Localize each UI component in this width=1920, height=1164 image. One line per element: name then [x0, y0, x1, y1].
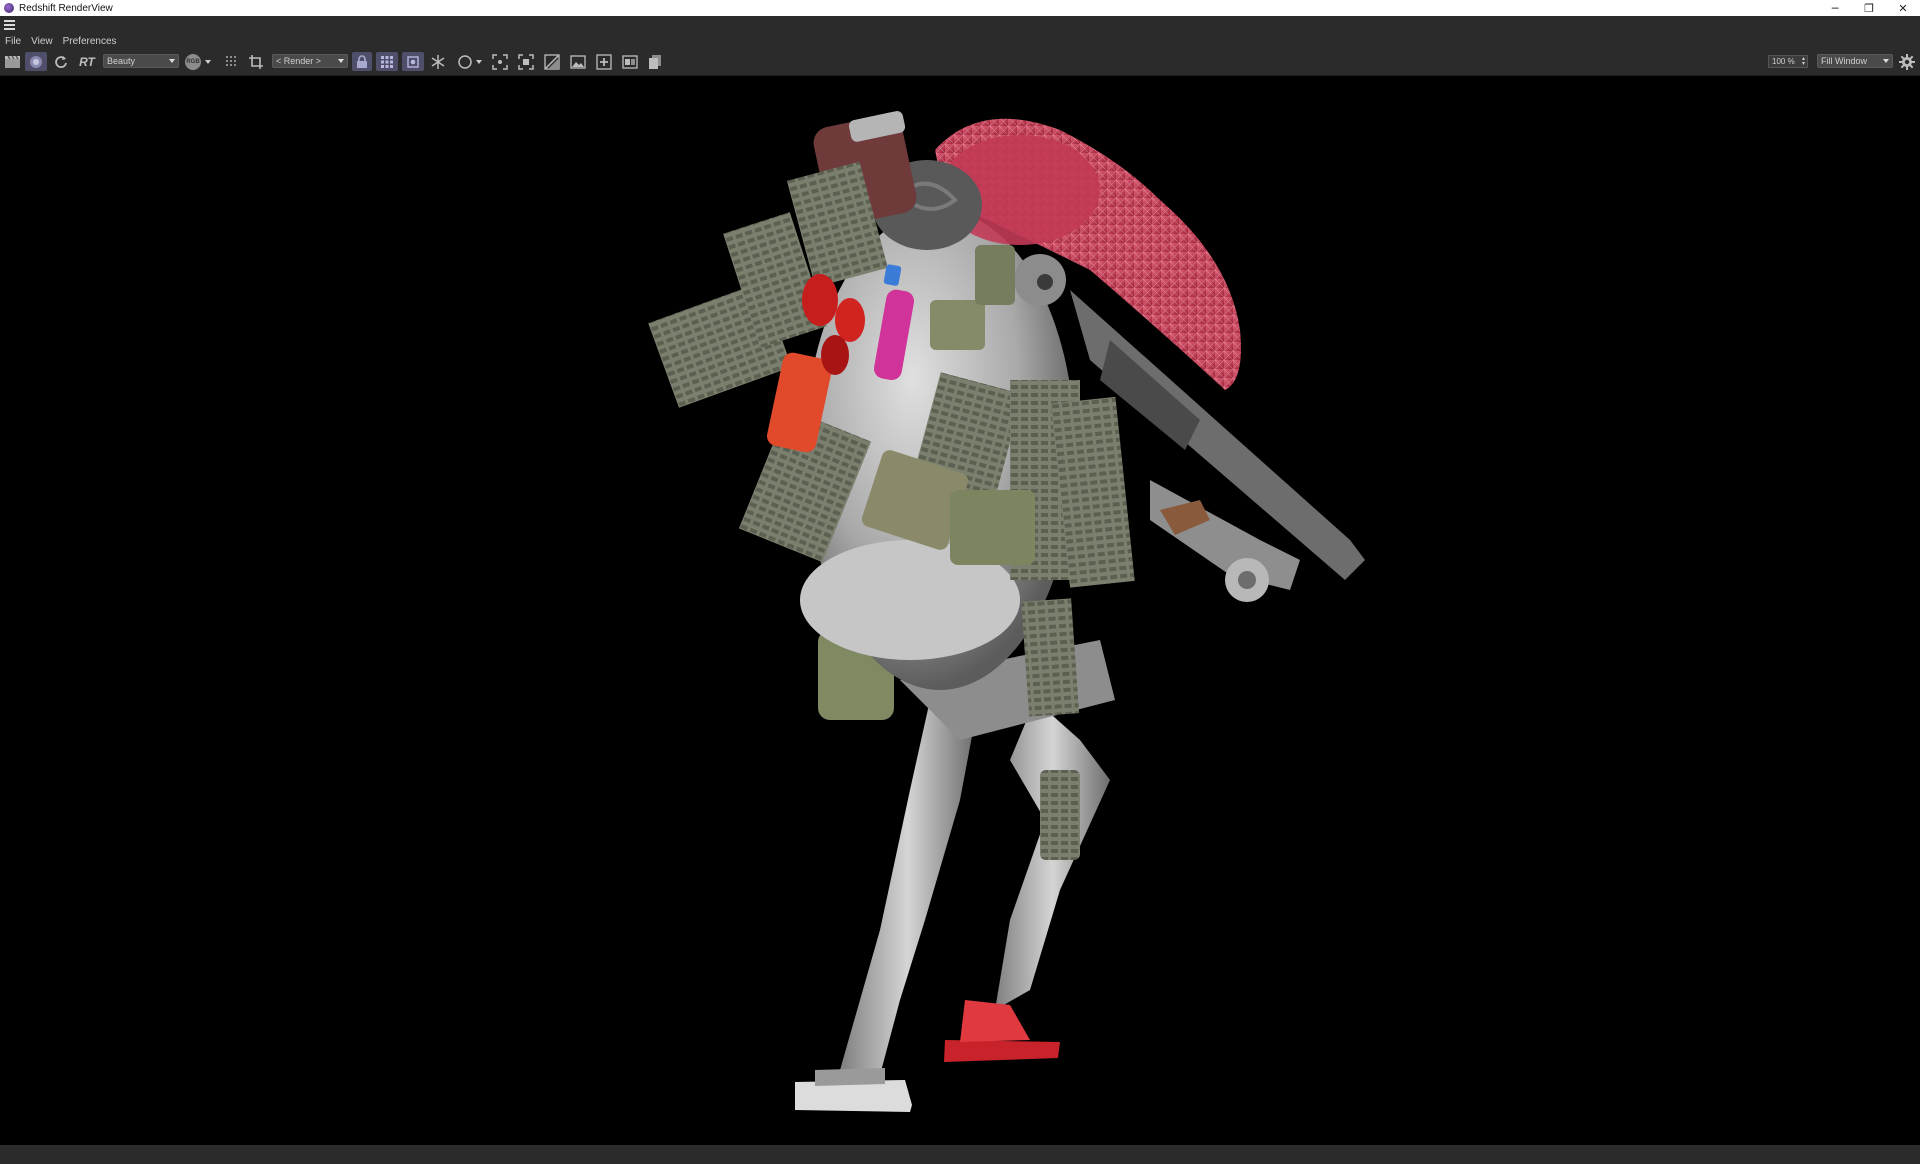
chevron-down-icon [205, 59, 211, 64]
bucket-grid-icon[interactable] [376, 52, 398, 71]
render-toggle-icon[interactable] [25, 52, 47, 71]
close-button[interactable]: ✕ [1886, 0, 1920, 16]
fit-mode-value: Fill Window [1821, 56, 1868, 66]
refresh-icon[interactable] [52, 52, 70, 71]
picture-viewer-icon[interactable] [620, 52, 640, 71]
rendered-robot-image [648, 111, 1365, 1112]
chevron-down-icon [475, 59, 482, 64]
window-title-bar: Redshift RenderView ─ ❐ ✕ [0, 0, 1920, 16]
window-controls: ─ ❐ ✕ [1818, 0, 1920, 16]
fit-region-icon[interactable] [516, 52, 536, 71]
menu-file[interactable]: File [0, 36, 26, 47]
snowflake-freeze-icon[interactable] [428, 52, 448, 71]
lock-icon[interactable] [352, 52, 372, 71]
aov-select[interactable]: Beauty [103, 54, 179, 68]
copy-icon[interactable] [645, 52, 665, 71]
restore-button[interactable]: ❐ [1852, 0, 1886, 16]
ipr-mode-select[interactable] [454, 52, 484, 71]
window-title: Redshift RenderView [19, 2, 113, 14]
camera-select-value: < Render > [276, 56, 322, 66]
settings-gear-icon[interactable] [1897, 52, 1917, 71]
chevron-down-icon [1883, 59, 1889, 63]
compare-icon[interactable] [542, 52, 562, 71]
menu-view[interactable]: View [26, 36, 58, 47]
chevron-down-icon [338, 59, 344, 63]
menu-preferences[interactable]: Preferences [58, 36, 122, 47]
crop-icon[interactable] [246, 52, 266, 71]
redshift-app-icon [4, 3, 14, 13]
zoom-input[interactable]: 100 % ▴ ▾ [1768, 55, 1808, 68]
status-bar [0, 1145, 1920, 1164]
snapshot-frame-icon[interactable] [402, 52, 424, 71]
panel-header-strip [0, 16, 1920, 35]
chevron-down-icon [169, 59, 175, 63]
zoom-value: 100 % [1772, 57, 1795, 66]
aov-select-value: Beauty [107, 56, 136, 66]
rt-interactive-button[interactable]: RT [76, 52, 98, 71]
clapperboard-render-icon[interactable] [2, 52, 22, 71]
toolbar: RT Beauty RGB < Render > 100 % ▴ ▾ Fill … [0, 49, 1920, 76]
add-snapshot-icon[interactable] [594, 52, 614, 71]
rgb-channel-icon: RGB [185, 53, 201, 70]
camera-select[interactable]: < Render > [272, 54, 348, 68]
render-viewport[interactable] [0, 76, 1920, 1145]
spinner-arrows-icon[interactable]: ▴ ▾ [1802, 56, 1805, 67]
grid-dots-icon[interactable] [222, 52, 240, 71]
fit-mode-select[interactable]: Fill Window [1817, 54, 1893, 68]
hamburger-menu-icon[interactable] [4, 20, 15, 32]
minimize-button[interactable]: ─ [1818, 0, 1852, 16]
focus-pick-icon[interactable] [490, 52, 510, 71]
channel-select[interactable]: RGB [184, 52, 212, 71]
menu-bar: File View Preferences [0, 34, 1920, 49]
save-image-icon[interactable] [568, 52, 588, 71]
